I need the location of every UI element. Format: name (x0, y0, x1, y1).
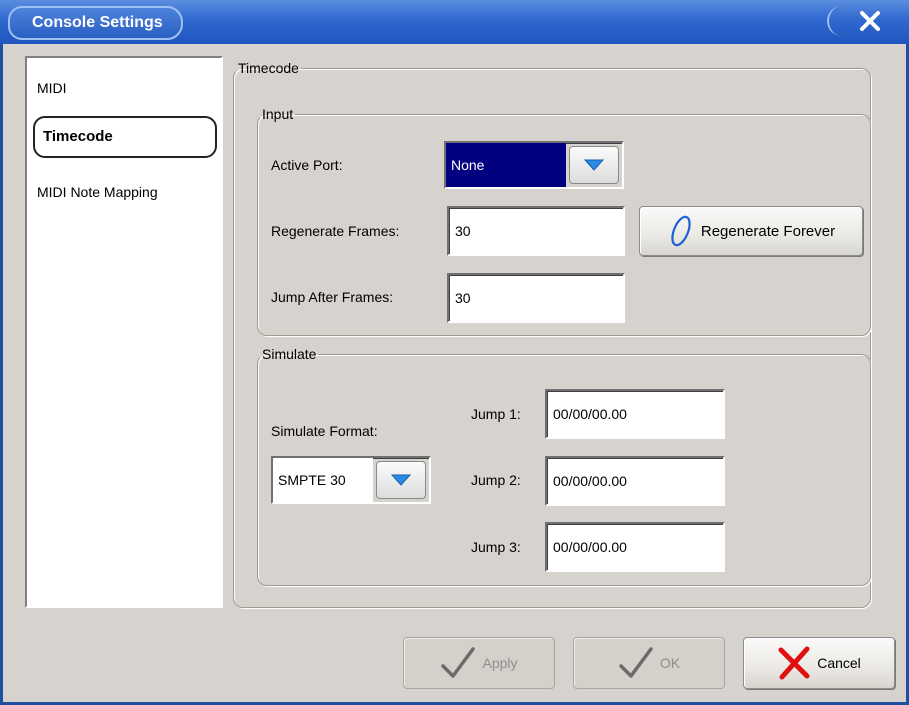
apply-button[interactable]: Apply (403, 637, 555, 689)
jump-1-label: Jump 1: (471, 406, 521, 422)
ok-button[interactable]: OK (573, 637, 725, 689)
jump-2-label: Jump 2: (471, 472, 521, 488)
sidebar-item-midi-note-mapping[interactable]: MIDI Note Mapping (37, 184, 158, 200)
regenerate-frames-input[interactable]: 30 (447, 206, 625, 256)
checkmark-icon (618, 646, 654, 680)
simulate-format-select[interactable]: SMPTE 30 (271, 456, 431, 504)
regenerate-forever-button[interactable]: Regenerate Forever (639, 206, 863, 256)
close-button[interactable] (827, 6, 901, 36)
jump-3-label: Jump 3: (471, 539, 521, 555)
regenerate-forever-label: Regenerate Forever (700, 222, 836, 240)
active-port-select[interactable]: None (444, 141, 624, 189)
title-bar[interactable]: Console Settings (0, 0, 909, 44)
timecode-legend: Timecode (238, 60, 299, 76)
ok-label: OK (659, 655, 681, 671)
close-icon (860, 11, 880, 31)
simulate-format-value: SMPTE 30 (273, 458, 373, 502)
simulate-legend: Simulate (262, 346, 317, 362)
cancel-label: Cancel (817, 655, 861, 671)
apply-label: Apply (482, 655, 518, 671)
checkmark-icon (440, 646, 476, 680)
simulate-format-label: Simulate Format: (271, 423, 378, 439)
jump-after-frames-input[interactable]: 30 (447, 273, 625, 323)
infinity-icon (667, 214, 695, 248)
active-port-value: None (446, 143, 566, 187)
jump-2-input[interactable]: 00/00/00.00 (545, 456, 725, 506)
cancel-button[interactable]: Cancel (743, 637, 895, 689)
active-port-label: Active Port: (271, 157, 343, 173)
chevron-down-icon (584, 159, 604, 171)
cancel-x-icon (777, 646, 811, 680)
input-legend: Input (262, 106, 294, 122)
jump-1-input[interactable]: 00/00/00.00 (545, 389, 725, 439)
jump-3-input[interactable]: 00/00/00.00 (545, 522, 725, 572)
window-title: Console Settings (8, 6, 183, 40)
sidebar-item-timecode[interactable]: Timecode (33, 116, 217, 158)
console-settings-window: Console Settings MIDI Timecode MIDI Note… (0, 0, 909, 705)
sidebar-item-midi[interactable]: MIDI (37, 80, 67, 96)
simulate-format-dropdown-button[interactable] (376, 461, 426, 499)
settings-category-list[interactable]: MIDI Timecode MIDI Note Mapping (25, 56, 223, 608)
regenerate-frames-label: Regenerate Frames: (271, 223, 400, 239)
active-port-dropdown-button[interactable] (569, 146, 619, 184)
jump-after-frames-label: Jump After Frames: (271, 289, 394, 305)
chevron-down-icon (391, 474, 411, 486)
